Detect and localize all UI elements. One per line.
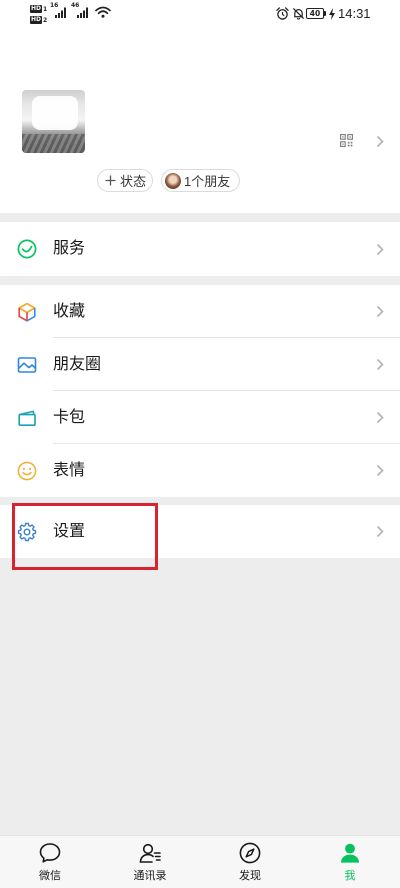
qr-code-icon[interactable] [340, 134, 353, 147]
wechat-pay-icon [17, 239, 37, 259]
profile-header[interactable] [0, 80, 400, 162]
favorites-cube-icon [17, 302, 37, 322]
sim2-volte-indicator: HD 2 [30, 15, 47, 24]
card-wallet-icon [17, 408, 37, 428]
hd-badge: HD [30, 5, 43, 13]
tab-label: 发现 [239, 870, 261, 882]
friend-avatar [165, 172, 181, 189]
menu-item-label: 表情 [53, 462, 86, 479]
chevron-right-icon [376, 135, 384, 148]
signal-icon [77, 7, 89, 18]
menu-item-cards[interactable]: 卡包 [0, 391, 400, 444]
avatar[interactable] [22, 90, 85, 153]
plus-icon [105, 175, 116, 186]
settings-gear-icon [17, 522, 37, 542]
avatar-image-detail [22, 134, 85, 153]
tab-chats[interactable]: 微信 [0, 836, 100, 888]
sim-slot-number: 1 [43, 6, 48, 13]
chevron-right-icon [376, 305, 384, 318]
menu-item-label: 收藏 [53, 303, 86, 320]
sim-slot-number: 2 [43, 17, 48, 24]
chevron-right-icon [376, 464, 384, 477]
sticker-smiley-icon [17, 461, 37, 481]
contacts-icon [138, 841, 162, 865]
bottom-tab-bar: 微信 通讯录 发现 我 [0, 835, 400, 888]
tab-contacts[interactable]: 通讯录 [100, 836, 200, 888]
clock-time: 14:31 [338, 6, 371, 21]
chat-bubble-icon [38, 841, 62, 865]
battery-indicator: 40 [306, 8, 324, 19]
chevron-right-icon [376, 358, 384, 371]
menu-item-settings[interactable]: 设置 [0, 505, 400, 558]
chevron-right-icon [376, 243, 384, 256]
sim1-volte-indicator: HD 1 [30, 4, 47, 13]
menu-item-service[interactable]: 服务 [0, 222, 400, 276]
signal-icon [55, 7, 67, 18]
menu-item-label: 设置 [53, 523, 86, 540]
compass-icon [238, 841, 262, 865]
friends-status-button[interactable]: 1个朋友 [161, 169, 240, 192]
friends-count-label: 1个朋友 [184, 174, 231, 189]
alarm-icon [276, 7, 289, 20]
menu-item-stickers[interactable]: 表情 [0, 444, 400, 497]
moments-photo-icon [17, 355, 37, 375]
wifi-icon [95, 6, 111, 18]
person-icon [338, 841, 362, 865]
menu-item-label: 卡包 [53, 409, 86, 426]
battery-nub [324, 11, 326, 16]
status-bar: HD 1 HD 2 16 46 40 14:31 [0, 0, 400, 28]
menu-item-favorites[interactable]: 收藏 [0, 285, 400, 338]
add-status-button[interactable]: 状态 [97, 169, 153, 192]
bell-off-icon [292, 7, 305, 20]
menu-item-label: 朋友圈 [53, 356, 102, 373]
tab-discover[interactable]: 发现 [200, 836, 300, 888]
tab-me[interactable]: 我 [300, 836, 400, 888]
add-status-label: 状态 [120, 174, 147, 189]
chevron-right-icon [376, 411, 384, 424]
charging-bolt-icon [329, 8, 335, 20]
chevron-right-icon [376, 525, 384, 538]
avatar-redaction [32, 96, 78, 130]
tab-label: 通讯录 [133, 870, 167, 882]
tab-label: 微信 [39, 870, 61, 882]
menu-item-label: 服务 [53, 240, 86, 257]
tab-label: 我 [344, 870, 356, 882]
hd-badge: HD [30, 16, 43, 24]
menu-item-moments[interactable]: 朋友圈 [0, 338, 400, 391]
